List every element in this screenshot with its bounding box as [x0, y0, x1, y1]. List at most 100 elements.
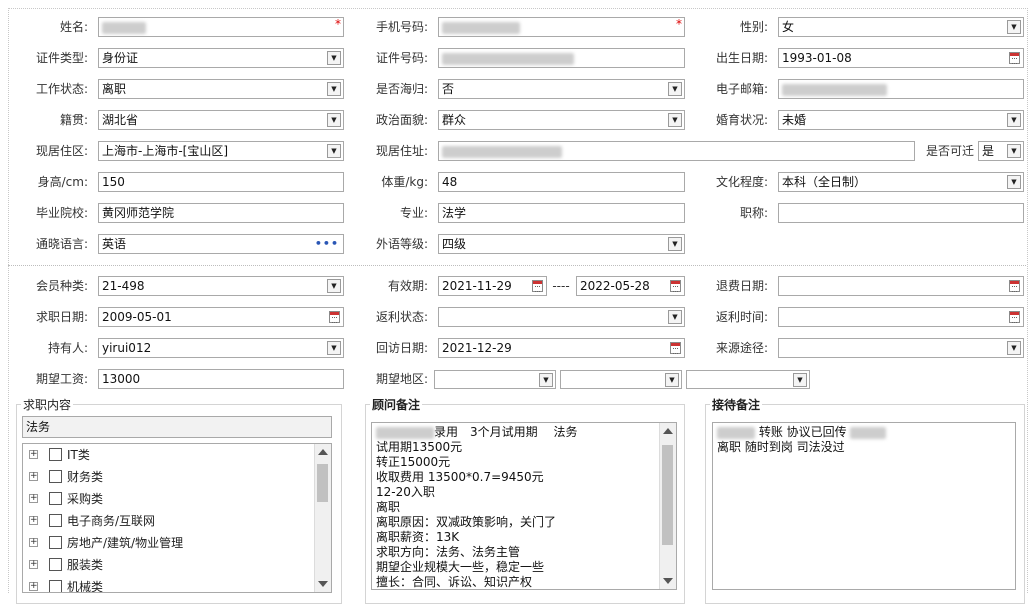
chevron-down-icon[interactable]: ▼	[539, 373, 553, 387]
calendar-icon[interactable]	[1009, 52, 1020, 64]
hometown-select[interactable]: 湖北省 ▼	[98, 110, 344, 130]
job-date-field[interactable]: 2009-05-01	[98, 307, 344, 327]
scroll-up-icon[interactable]	[663, 428, 673, 434]
chevron-down-icon[interactable]: ▼	[1007, 144, 1021, 158]
tree-item-label: 房地产/建筑/物业管理	[67, 536, 184, 550]
scroll-thumb[interactable]	[662, 445, 673, 545]
birth-date-field[interactable]: 1993-01-08	[778, 48, 1024, 68]
tree-item-label: 机械类	[67, 580, 104, 593]
weight-field[interactable]: 48	[438, 172, 685, 192]
address-field[interactable]	[438, 141, 915, 161]
chevron-down-icon[interactable]: ▼	[1007, 20, 1021, 34]
plus-box-icon[interactable]: +	[29, 450, 38, 459]
salary-field[interactable]: 13000	[98, 369, 344, 389]
political-select[interactable]: 群众 ▼	[438, 110, 685, 130]
advisor-notes-textarea[interactable]: 录用 3个月试用期 法务 试用期13500元 转正15000元 收取费用 135…	[371, 422, 677, 590]
plus-box-icon[interactable]: +	[29, 560, 38, 569]
category-checkbox[interactable]	[49, 492, 62, 505]
note-line: 擅长：合同、诉讼、知识产权	[376, 575, 533, 589]
category-checkbox[interactable]	[49, 514, 62, 527]
calendar-icon[interactable]	[1009, 311, 1020, 323]
calendar-icon[interactable]	[670, 342, 681, 354]
calendar-icon[interactable]	[329, 311, 340, 323]
chevron-down-icon[interactable]: ▼	[327, 144, 341, 158]
lang-level-select[interactable]: 四级 ▼	[438, 234, 685, 254]
title-label: 职称:	[739, 206, 768, 220]
job-content-legend: 求职内容	[21, 398, 74, 412]
chevron-down-icon[interactable]: ▼	[668, 113, 682, 127]
category-checkbox[interactable]	[49, 470, 62, 483]
id-number-field[interactable]	[438, 48, 685, 68]
category-checkbox[interactable]	[49, 558, 62, 571]
scroll-down-icon[interactable]	[663, 578, 673, 584]
plus-box-icon[interactable]: +	[29, 494, 38, 503]
gender-select[interactable]: 女 ▼	[778, 17, 1024, 37]
valid-to-field[interactable]: 2022-05-28	[576, 276, 685, 296]
chevron-down-icon[interactable]: ▼	[665, 373, 679, 387]
plus-box-icon[interactable]: +	[29, 538, 38, 547]
note-line-text: 录用 3个月试用期 法务	[434, 425, 578, 439]
rebate-status-select[interactable]: ▼	[438, 307, 685, 327]
scroll-thumb[interactable]	[317, 464, 328, 502]
language-field[interactable]: 英语 •••	[98, 234, 344, 254]
region-province-select[interactable]: ▼	[434, 370, 556, 389]
category-checkbox[interactable]	[49, 448, 62, 461]
id-type-select[interactable]: 身份证 ▼	[98, 48, 344, 68]
scroll-down-icon[interactable]	[318, 581, 328, 587]
major-field[interactable]: 法学	[438, 203, 685, 223]
holder-select[interactable]: yirui012 ▼	[98, 338, 344, 358]
job-content-search-input[interactable]: 法务	[22, 416, 332, 438]
relocate-select[interactable]: 是 ▼	[978, 141, 1024, 161]
rebate-time-field[interactable]	[778, 307, 1024, 327]
email-field[interactable]	[778, 79, 1024, 99]
member-type-select[interactable]: 21-498 ▼	[98, 276, 344, 296]
calendar-icon[interactable]	[532, 280, 543, 292]
visit-date-field[interactable]: 2021-12-29	[438, 338, 685, 358]
phone-field[interactable]: *	[438, 17, 685, 37]
chevron-down-icon[interactable]: ▼	[1007, 113, 1021, 127]
chevron-down-icon[interactable]: ▼	[668, 82, 682, 96]
name-field[interactable]: *	[98, 17, 344, 37]
plus-box-icon[interactable]: +	[29, 582, 38, 591]
chevron-down-icon[interactable]: ▼	[1007, 175, 1021, 189]
marital-label: 婚育状况:	[715, 113, 768, 127]
chevron-down-icon[interactable]: ▼	[327, 113, 341, 127]
lang-level-label: 外语等级:	[375, 237, 428, 251]
chevron-down-icon[interactable]: ▼	[327, 341, 341, 355]
source-select[interactable]: ▼	[778, 338, 1024, 358]
chevron-down-icon[interactable]: ▼	[1007, 341, 1021, 355]
plus-box-icon[interactable]: +	[29, 516, 38, 525]
overseas-select[interactable]: 否 ▼	[438, 79, 685, 99]
notes-scrollbar[interactable]	[659, 423, 676, 589]
calendar-icon[interactable]	[670, 280, 681, 292]
reception-notes-textarea[interactable]: 转账 协议已回传 离职 随时到岗 司法没过	[712, 422, 1016, 590]
marital-select[interactable]: 未婚 ▼	[778, 110, 1024, 130]
chevron-down-icon[interactable]: ▼	[668, 310, 682, 324]
tree-item-label: IT类	[67, 448, 90, 462]
height-field[interactable]: 150	[98, 172, 344, 192]
school-field[interactable]: 黄冈师范学院	[98, 203, 344, 223]
work-status-select[interactable]: 离职 ▼	[98, 79, 344, 99]
ellipsis-icon[interactable]: •••	[315, 235, 339, 253]
calendar-icon[interactable]	[1009, 280, 1020, 292]
scroll-up-icon[interactable]	[318, 449, 328, 455]
category-checkbox[interactable]	[49, 536, 62, 549]
education-value: 本科（全日制）	[782, 175, 867, 189]
job-category-tree[interactable]: + IT类 + 财务类 + 采购类 + 电子商务/互联网 + 房地产/建筑/物业管理 + 服…	[22, 443, 332, 593]
redacted-address	[442, 145, 562, 158]
education-select[interactable]: 本科（全日制） ▼	[778, 172, 1024, 192]
tree-scrollbar[interactable]	[314, 444, 331, 592]
chevron-down-icon[interactable]: ▼	[668, 237, 682, 251]
region-district-select[interactable]: ▼	[686, 370, 810, 389]
plus-box-icon[interactable]: +	[29, 472, 38, 481]
residence-area-select[interactable]: 上海市-上海市-[宝山区] ▼	[98, 141, 344, 161]
valid-from-field[interactable]: 2021-11-29	[438, 276, 547, 296]
refund-date-field[interactable]	[778, 276, 1024, 296]
chevron-down-icon[interactable]: ▼	[327, 51, 341, 65]
chevron-down-icon[interactable]: ▼	[793, 373, 807, 387]
title-field[interactable]	[778, 203, 1024, 223]
chevron-down-icon[interactable]: ▼	[327, 279, 341, 293]
chevron-down-icon[interactable]: ▼	[327, 82, 341, 96]
region-city-select[interactable]: ▼	[560, 370, 682, 389]
category-checkbox[interactable]	[49, 580, 62, 592]
